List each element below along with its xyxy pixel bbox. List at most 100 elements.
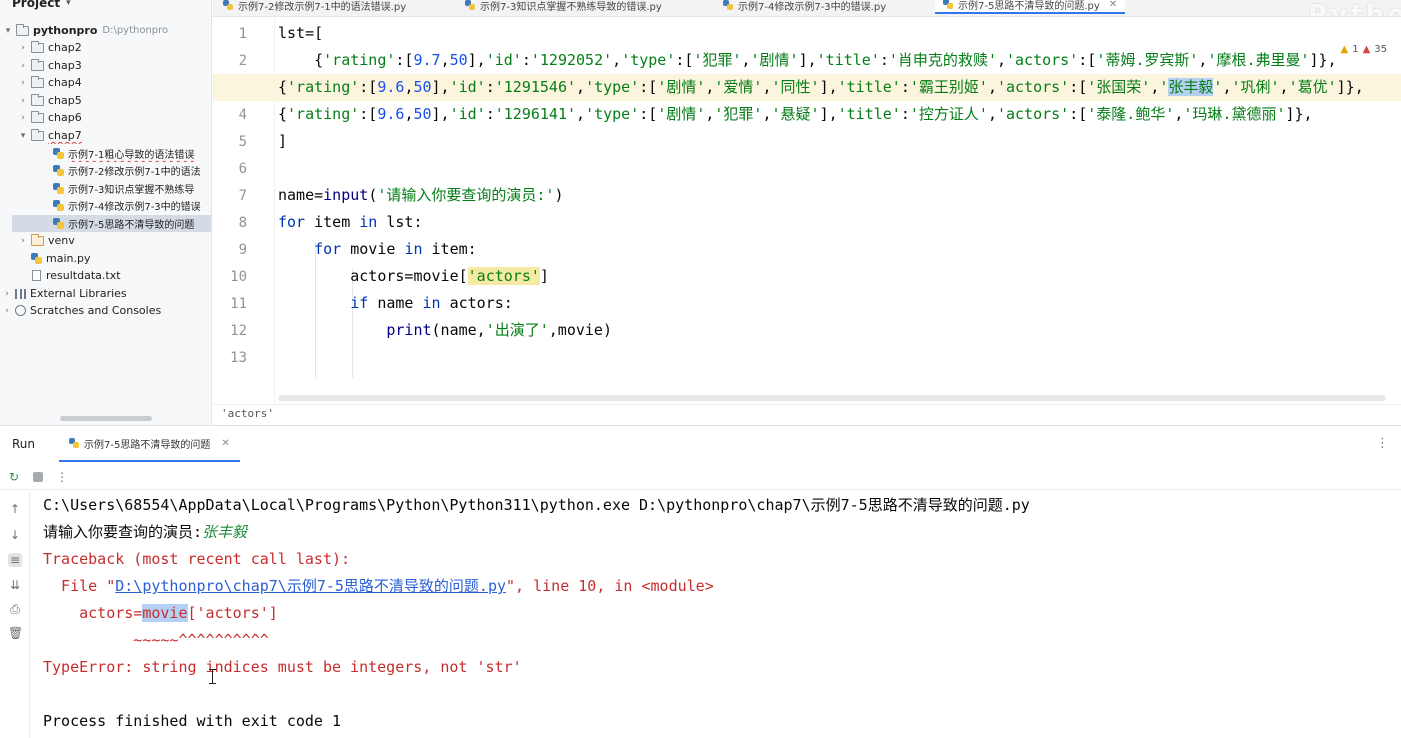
tree-file[interactable]: 示例7-3知识点掌握不熟练导	[0, 180, 211, 197]
tree-folder-chap5[interactable]: › chap5	[0, 92, 211, 109]
code-punct: ],	[819, 105, 838, 123]
tree-folder-chap7[interactable]: ▾ chap7	[0, 127, 211, 144]
tree-root-pythonpro[interactable]: ▾ pythonpro D:\pythonpro	[0, 22, 211, 39]
code-keyword: if	[350, 294, 369, 312]
chevron-down-icon[interactable]: ▾	[3, 26, 13, 36]
tree-folder-chap3[interactable]: › chap3	[0, 57, 211, 74]
close-icon[interactable]: ✕	[221, 438, 229, 449]
code-line-1: lst=[	[278, 20, 323, 47]
console-selected-text[interactable]: movie	[142, 604, 188, 622]
tree-folder-chap2[interactable]: › chap2	[0, 39, 211, 56]
code-punct: :[	[359, 105, 378, 123]
chevron-right-icon[interactable]: ›	[2, 289, 12, 299]
code-string: '葛优'	[1288, 78, 1337, 96]
tree-horizontal-scrollbar[interactable]	[60, 416, 152, 421]
trash-icon[interactable]: 🗑	[8, 626, 23, 640]
code-punct: :[	[639, 105, 658, 123]
tree-folder-chap6[interactable]: › chap6	[0, 109, 211, 126]
tree-file[interactable]: 示例7-2修改示例7-1中的语法	[0, 162, 211, 179]
project-header[interactable]: Project ▾	[0, 0, 71, 12]
selected-text[interactable]: 张丰毅	[1168, 78, 1214, 96]
more-options-icon[interactable]: ⋮	[1376, 436, 1389, 451]
code-text: item	[305, 213, 360, 231]
tab-example-7-3[interactable]: 示例7-3知识点掌握不熟练导致的错误.py	[465, 0, 662, 14]
code-punct: :[	[1069, 105, 1088, 123]
folder-icon	[31, 110, 44, 123]
inspection-widget[interactable]: ▲ 1 ▲ 35	[1340, 44, 1387, 55]
chevron-right-icon[interactable]: ›	[18, 61, 28, 71]
folder-icon	[31, 58, 44, 71]
code-punct: ]},	[1309, 51, 1337, 69]
code-punct: :	[521, 51, 531, 69]
code-number: 9.6	[377, 78, 405, 96]
scroll-to-end-icon[interactable]: ⇊	[8, 578, 22, 592]
editor-horizontal-scrollbar[interactable]	[278, 395, 1386, 401]
more-options-icon[interactable]: ⋮	[55, 470, 69, 484]
tab-example-7-5[interactable]: 示例7-5思路不清导致的问题.py ✕	[935, 0, 1126, 14]
tab-example-7-2[interactable]: 示例7-2修改示例7-1中的语法错误.py	[223, 0, 406, 14]
print-icon[interactable]: ⎙	[8, 602, 22, 616]
code-builtin: print	[386, 321, 432, 339]
file-label: 示例7-5思路不清导致的问题	[68, 220, 195, 231]
tree-file-main[interactable]: main.py	[0, 250, 211, 267]
tree-label: Scratches and Consoles	[30, 304, 162, 317]
code-punct: :	[485, 78, 495, 96]
chevron-right-icon[interactable]: ›	[18, 78, 28, 88]
run-panel-title: Run	[12, 437, 36, 451]
tree-file[interactable]: 示例7-4修改示例7-3中的错误	[0, 197, 211, 214]
code-punct: ,	[987, 105, 997, 123]
stop-icon[interactable]	[31, 470, 45, 484]
code-punct: ,	[576, 78, 586, 96]
console-exit: Process finished with exit code 1	[43, 708, 341, 735]
code-punct: ,	[996, 51, 1006, 69]
code-punct: ],	[431, 78, 450, 96]
chevron-right-icon[interactable]: ›	[18, 96, 28, 106]
run-tab[interactable]: 示例7-5思路不清导致的问题 ✕	[59, 426, 240, 462]
scroll-up-icon[interactable]: ↑	[8, 502, 22, 516]
close-icon[interactable]: ✕	[1109, 0, 1117, 10]
chevron-right-icon[interactable]: ›	[2, 306, 12, 316]
code-punct: :[	[395, 51, 414, 69]
rerun-icon[interactable]: ↻	[7, 470, 21, 484]
chevron-right-icon[interactable]: ›	[18, 113, 28, 123]
tree-scratches[interactable]: › Scratches and Consoles	[0, 302, 211, 319]
tree-file[interactable]: 示例7-1粗心导致的语法错误	[0, 145, 211, 162]
editor-tabs: 示例7-2修改示例7-1中的语法错误.py 示例7-3知识点掌握不熟练导致的错误…	[213, 0, 1401, 17]
console-user-input: 张丰毅	[202, 523, 248, 541]
console-file-link[interactable]: D:\pythonpro\chap7\示例7-5思路不清导致的问题.py	[115, 577, 506, 595]
tree-folder-chap4[interactable]: › chap4	[0, 74, 211, 91]
code-string: '霸王别姬'	[909, 78, 988, 96]
tree-label: External Libraries	[30, 287, 127, 300]
tree-external-libraries[interactable]: › External Libraries	[0, 285, 211, 302]
code-punct: {	[278, 78, 288, 96]
text-file-icon	[32, 270, 41, 281]
tree-folder-venv[interactable]: › venv	[0, 232, 211, 249]
code-punct: ],	[819, 78, 838, 96]
chevron-down-icon[interactable]: ▾	[18, 131, 28, 141]
console-text: ~~~~~^^^^^^^^^^	[43, 631, 269, 649]
tab-example-7-4[interactable]: 示例7-4修改示例7-3中的错误.py	[723, 0, 886, 14]
folder-label: chap5	[48, 94, 82, 107]
tree-file-selected[interactable]: 示例7-5思路不清导致的问题	[12, 215, 211, 232]
breadcrumb-item[interactable]: 'actors'	[221, 407, 274, 420]
chevron-down-icon[interactable]: ▾	[66, 0, 71, 8]
scroll-down-icon[interactable]: ↓	[8, 528, 22, 542]
code-string: 'actors'	[996, 78, 1070, 96]
code-editor[interactable]: ▲ 1 ▲ 35 1 2 3 4 5 6 7 8 9 10 11 12 13 l…	[213, 18, 1401, 404]
chevron-right-icon[interactable]: ›	[18, 43, 28, 53]
code-line-12: print(name,'出演了',movie)	[278, 317, 612, 344]
code-punct: :	[879, 51, 889, 69]
code-punct: (	[368, 186, 378, 204]
code-string: '出演了'	[485, 321, 549, 339]
run-header: Run 示例7-5思路不清导致的问题 ✕ ⋮	[0, 426, 1401, 462]
breadcrumb[interactable]: 'actors'	[213, 404, 1401, 424]
code-string: '犯罪'	[714, 105, 763, 123]
code-punct: ,	[1279, 78, 1289, 96]
line-number: 1	[238, 26, 247, 42]
chevron-right-icon[interactable]: ›	[18, 236, 28, 246]
code-punct: {	[278, 105, 288, 123]
tree-file-resultdata[interactable]: resultdata.txt	[0, 267, 211, 284]
soft-wrap-icon[interactable]: ≡	[8, 553, 22, 567]
code-string: '肖申克的救赎'	[888, 51, 997, 69]
python-file-icon	[69, 438, 80, 448]
